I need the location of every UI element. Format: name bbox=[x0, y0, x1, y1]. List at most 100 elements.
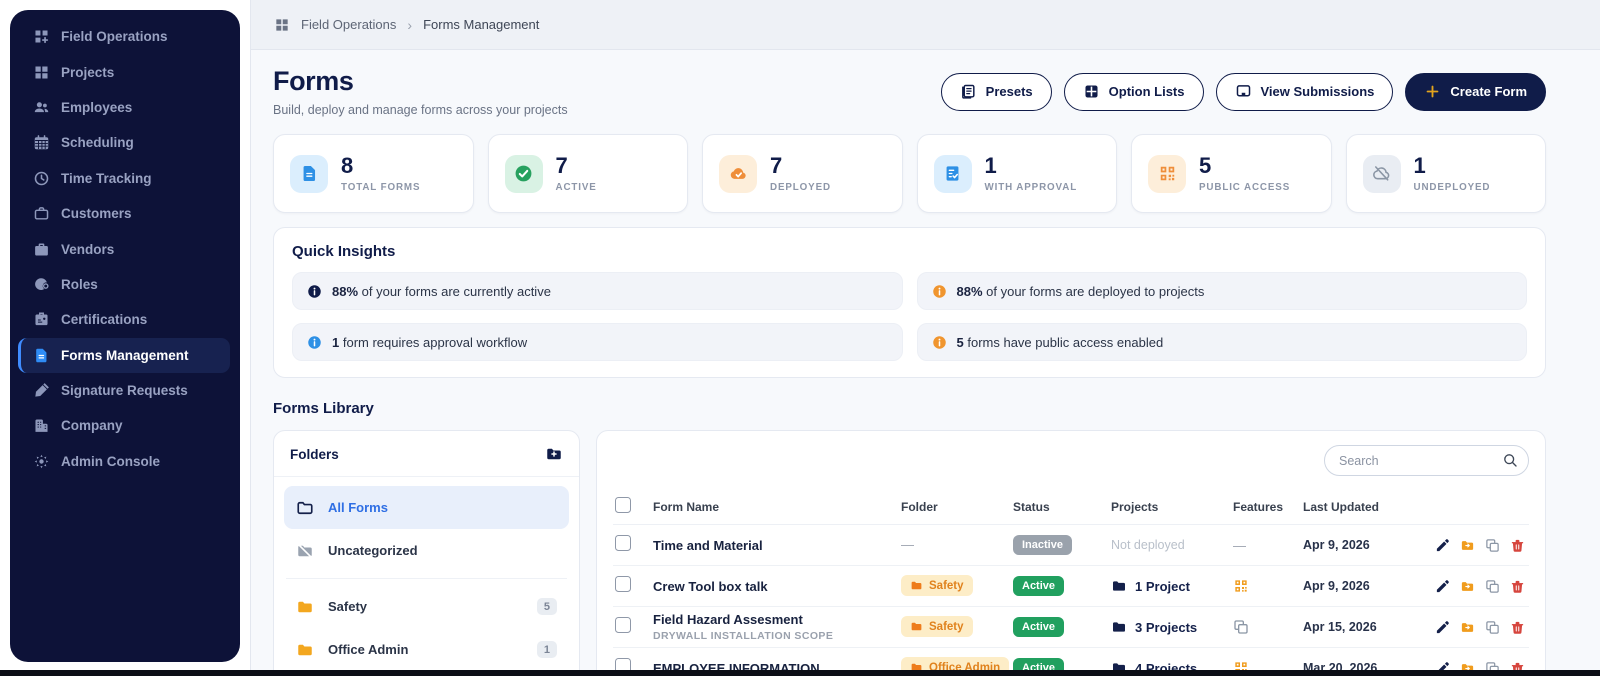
edit-form-button[interactable] bbox=[1435, 661, 1450, 670]
sidebar-item-admin-console[interactable]: Admin Console bbox=[18, 444, 230, 479]
table-row: Field Hazard Assesment DRYWALL INSTALLATI… bbox=[613, 607, 1529, 648]
duplicate-form-button[interactable] bbox=[1485, 538, 1500, 553]
delete-form-button[interactable] bbox=[1510, 661, 1525, 670]
sidebar-item-vendors[interactable]: Vendors bbox=[18, 231, 230, 266]
sidebar-item-signature-requests[interactable]: Signature Requests bbox=[18, 373, 230, 408]
folder-cell: Office Admin bbox=[901, 657, 1013, 670]
row-checkbox[interactable] bbox=[615, 575, 631, 592]
move-to-folder-button[interactable] bbox=[1460, 538, 1475, 553]
option-lists-button[interactable]: Option Lists bbox=[1063, 72, 1204, 111]
stat-value: 7 bbox=[770, 153, 783, 179]
sidebar-item-forms-management[interactable]: Forms Management bbox=[18, 337, 230, 373]
sidebar-item-customers[interactable]: Customers bbox=[18, 196, 230, 231]
sidebar-item-label: Vendors bbox=[61, 241, 115, 257]
sidebar-item-employees[interactable]: Employees bbox=[18, 90, 230, 125]
status-badge: Inactive bbox=[1013, 535, 1072, 555]
header-checkbox-cell bbox=[613, 497, 653, 516]
move-to-folder-button[interactable] bbox=[1460, 661, 1475, 670]
sidebar-item-roles[interactable]: Roles bbox=[18, 267, 230, 302]
stat-label: PUBLIC ACCESS bbox=[1199, 181, 1291, 193]
duplicate-form-button[interactable] bbox=[1485, 579, 1500, 594]
sidebar-item-time-tracking[interactable]: Time Tracking bbox=[18, 161, 230, 196]
create-form-button-label: Create Form bbox=[1450, 84, 1527, 99]
sidebar-item-company[interactable]: Company bbox=[18, 408, 230, 443]
edit-form-button[interactable] bbox=[1435, 620, 1450, 635]
sidebar-item-label: Field Operations bbox=[61, 29, 168, 45]
form-name-cell[interactable]: Time and Material bbox=[653, 538, 901, 553]
stat-icon-box bbox=[290, 154, 328, 193]
sidebar-item-label: Time Tracking bbox=[61, 170, 152, 186]
sidebar-item-label: Certifications bbox=[61, 312, 148, 328]
sidebar-item-projects[interactable]: Projects bbox=[18, 54, 230, 89]
building-icon bbox=[33, 417, 50, 434]
option-lists-button-label: Option Lists bbox=[1108, 84, 1185, 99]
sidebar-item-label: Scheduling bbox=[61, 135, 134, 151]
folder-badge-label: Safety bbox=[929, 620, 964, 633]
view-submissions-button[interactable]: View Submissions bbox=[1215, 72, 1394, 111]
breadcrumb-items: Field Operations › Forms Management bbox=[274, 17, 539, 33]
duplicate-form-button[interactable] bbox=[1485, 620, 1500, 635]
clipboard-check-icon bbox=[943, 164, 962, 183]
delete-form-button[interactable] bbox=[1510, 538, 1525, 553]
form-name-cell[interactable]: Crew Tool box talk bbox=[653, 579, 901, 594]
projects-cell: 1 Project bbox=[1111, 578, 1233, 594]
move-to-folder-button[interactable] bbox=[1460, 620, 1475, 635]
row-checkbox[interactable] bbox=[615, 657, 631, 670]
quick-insights-grid: 88% of your forms are currently active 88… bbox=[292, 272, 1527, 361]
select-all-checkbox[interactable] bbox=[615, 497, 631, 513]
stat-text: 7 DEPLOYED bbox=[770, 154, 831, 192]
insight-item: 5 forms have public access enabled bbox=[916, 323, 1527, 361]
row-checkbox[interactable] bbox=[615, 534, 631, 551]
folder-item-all-forms[interactable]: All Forms bbox=[284, 486, 569, 529]
breadcrumb-forms-management[interactable]: Forms Management bbox=[423, 17, 539, 32]
status-cell: Active bbox=[1013, 658, 1111, 670]
folder-item-uncategorized[interactable]: Uncategorized bbox=[284, 529, 569, 572]
presets-button[interactable]: Presets bbox=[940, 72, 1052, 111]
add-folder-button[interactable] bbox=[545, 445, 563, 463]
duplicate-feature-icon bbox=[1233, 619, 1249, 635]
column-header-form-name: Form Name bbox=[653, 499, 720, 514]
edit-form-button[interactable] bbox=[1435, 579, 1450, 594]
sidebar-item-scheduling[interactable]: Scheduling bbox=[18, 125, 230, 160]
folder-icon bbox=[910, 661, 923, 670]
status-badge: Active bbox=[1013, 617, 1065, 637]
search-icon bbox=[1502, 452, 1518, 468]
delete-form-button[interactable] bbox=[1510, 579, 1525, 594]
main-area: Field Operations › Forms Management Forms … bbox=[250, 0, 1600, 670]
column-header-features: Features bbox=[1233, 499, 1284, 514]
form-name: Time and Material bbox=[653, 537, 763, 553]
breadcrumb-field-operations[interactable]: Field Operations bbox=[301, 17, 396, 32]
column-header-projects: Projects bbox=[1111, 499, 1159, 514]
form-name-cell[interactable]: Field Hazard Assesment DRYWALL INSTALLATI… bbox=[653, 612, 901, 642]
page-header: Forms Build, deploy and manage forms acr… bbox=[273, 66, 1546, 117]
breadcrumb-app-icon bbox=[274, 17, 290, 33]
stat-label: DEPLOYED bbox=[770, 181, 831, 193]
delete-form-button[interactable] bbox=[1510, 620, 1525, 635]
edit-form-button[interactable] bbox=[1435, 538, 1450, 553]
sidebar-item-field-operations[interactable]: Field Operations bbox=[18, 19, 230, 54]
bottom-edge-bar bbox=[0, 670, 1600, 676]
search-input[interactable] bbox=[1324, 445, 1529, 476]
stat-card-public-access: 5 PUBLIC ACCESS bbox=[1131, 134, 1332, 213]
sidebar-item-label: Customers bbox=[61, 206, 132, 222]
stat-label: WITH APPROVAL bbox=[984, 181, 1078, 193]
move-to-folder-button[interactable] bbox=[1460, 579, 1475, 594]
last-updated-cell: Apr 9, 2026 bbox=[1303, 579, 1370, 593]
sidebar-item-certifications[interactable]: Certifications bbox=[18, 302, 230, 337]
grid-plus-icon bbox=[33, 28, 50, 45]
folder-item-safety[interactable]: Safety 5 bbox=[284, 585, 569, 628]
stat-label: TOTAL FORMS bbox=[341, 181, 421, 193]
form-name-cell[interactable]: EMPLOYEE INFORMATION bbox=[653, 661, 901, 671]
create-form-button[interactable]: Create Form bbox=[1405, 72, 1546, 111]
row-checkbox[interactable] bbox=[615, 616, 631, 633]
no-folder-dash: — bbox=[901, 537, 914, 552]
sidebar-item-label: Roles bbox=[61, 276, 98, 292]
folder-plus-icon bbox=[545, 445, 563, 463]
folder-list: All Forms Uncategorized Safety 5 Office Admi… bbox=[274, 477, 579, 670]
presets-button-label: Presets bbox=[985, 84, 1033, 99]
duplicate-form-button[interactable] bbox=[1485, 661, 1500, 670]
folder-item-office-admin[interactable]: Office Admin 1 bbox=[284, 628, 569, 670]
column-header-status: Status bbox=[1013, 499, 1050, 514]
actions-cell bbox=[1429, 579, 1529, 594]
folder-count-badge: 1 bbox=[536, 641, 557, 658]
